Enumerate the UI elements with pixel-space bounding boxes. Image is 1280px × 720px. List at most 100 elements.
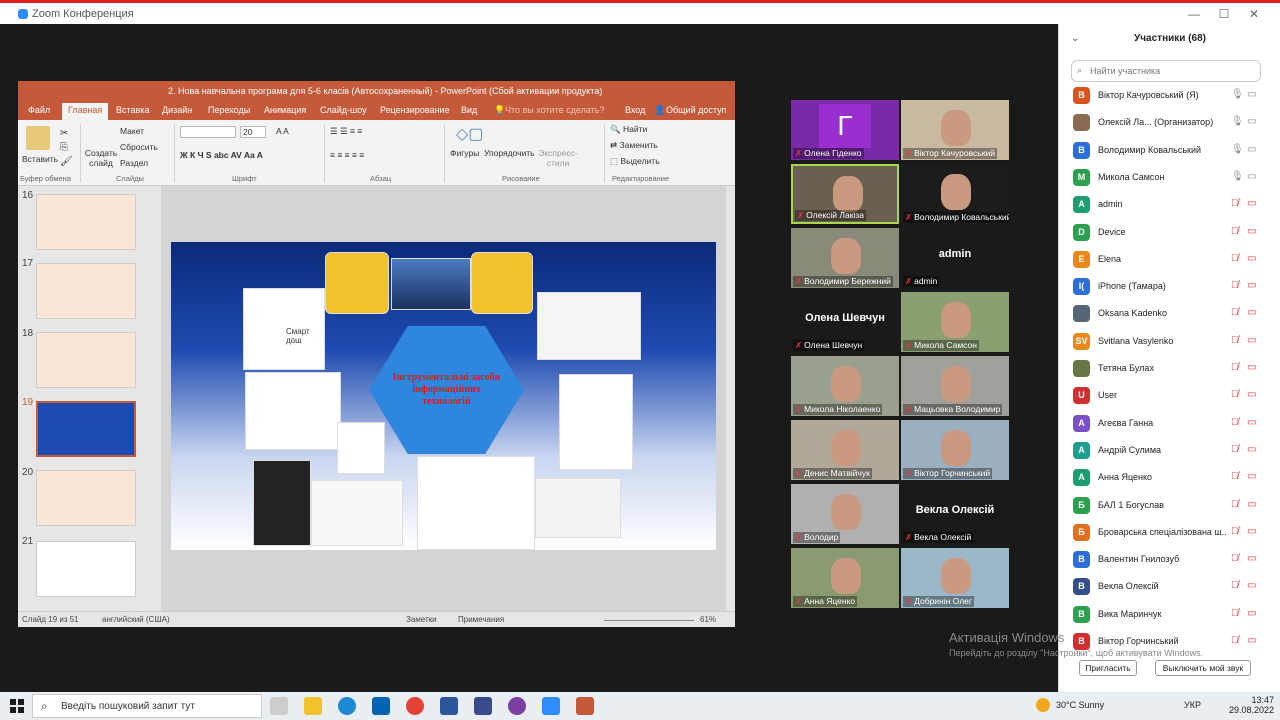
share-button[interactable]: Общий доступ [666, 105, 726, 115]
mic-muted-icon[interactable]: 🎙̸ [1231, 444, 1239, 455]
comments-button[interactable]: Примечания [458, 615, 504, 624]
mic-muted-icon[interactable]: 🎙̸ [1231, 198, 1239, 209]
participant-row[interactable]: I(iPhone (Тамара) 🎙̸ ▭ [1071, 275, 1261, 299]
section-button[interactable]: Раздел [120, 158, 148, 168]
tab-insert[interactable]: Вставка [116, 105, 149, 115]
video-off-icon[interactable]: ▭ [1247, 198, 1256, 209]
zoom-slider[interactable] [604, 620, 694, 621]
login-link[interactable]: Вход [625, 105, 645, 115]
participant-row[interactable]: Тетяна Булах 🎙̸ ▭ [1071, 357, 1261, 381]
zoom-taskbar-icon[interactable] [542, 697, 560, 715]
mic-icon[interactable]: 🎙 [1231, 89, 1244, 100]
video-tile[interactable]: Векла Олексій ✗ Векла Олексій [901, 484, 1009, 544]
participant-row[interactable]: В Вика Маринчук 🎙̸ ▭ [1071, 603, 1261, 627]
video-tile[interactable]: ✗ Володимир Ковальський [901, 164, 1009, 224]
video-tile[interactable]: ✗ Микола Ніколаенко [791, 356, 899, 416]
participant-row[interactable]: Oksana Kadenko 🎙̸ ▭ [1071, 302, 1261, 326]
mute-me-button[interactable]: Выключить мой звук [1155, 660, 1251, 676]
paste-button[interactable]: Вставить [22, 154, 58, 164]
mic-muted-icon[interactable]: 🎙̸ [1231, 553, 1239, 564]
language-status[interactable]: английский (США) [102, 615, 170, 624]
participant-row[interactable]: Б Броварська спеціалізована ш... 🎙̸ ▭ [1071, 521, 1261, 545]
mic-muted-icon[interactable]: 🎙̸ [1231, 471, 1239, 482]
weather-text[interactable]: 30°C Sunny [1056, 700, 1104, 710]
tab-review[interactable]: Рецензирование [380, 105, 450, 115]
video-off-icon[interactable]: ▭ [1247, 280, 1256, 291]
video-off-icon[interactable]: ▭ [1247, 307, 1256, 318]
participant-row[interactable]: Б БАЛ 1 Богуслав 🎙̸ ▭ [1071, 494, 1261, 518]
font-size-select[interactable]: 20 [240, 126, 266, 138]
slide-thumbnail[interactable] [36, 194, 136, 250]
video-tile[interactable]: ✗ Віктор Горчинський [901, 420, 1009, 480]
shapes-button[interactable]: Фигуры [450, 148, 479, 158]
mic-muted-icon[interactable]: 🎙̸ [1231, 253, 1239, 264]
participant-row[interactable]: В Володимир Ковальський 🎙 ▭ [1071, 139, 1261, 163]
powerpoint-icon[interactable] [576, 697, 594, 715]
video-off-icon[interactable]: ▭ [1247, 608, 1256, 619]
video-tile[interactable]: ✗ Віктор Качуровський [901, 100, 1009, 160]
tell-me-input[interactable]: Что вы хотите сделать? [505, 105, 605, 115]
viber-icon[interactable] [508, 697, 526, 715]
video-off-icon[interactable]: ▭ [1247, 226, 1256, 237]
video-tile[interactable]: ✗ Микола Самсон [901, 292, 1009, 352]
tab-home[interactable]: Главная [62, 103, 109, 120]
tab-file[interactable]: Файл [28, 105, 50, 115]
video-tile[interactable]: ✗ Денис Матвійчук [791, 420, 899, 480]
video-off-icon[interactable]: ▭ [1247, 526, 1256, 537]
align-icons[interactable]: ≡ ≡ ≡ ≡ ≡ [330, 150, 364, 160]
current-slide[interactable]: Смарт дош Інструментальні засоби інформа… [171, 242, 716, 550]
video-off-icon[interactable]: ▭ [1247, 335, 1256, 346]
reset-button[interactable]: Сбросить [120, 142, 158, 152]
font-format-buttons[interactable]: Ж К Ч S abc AV Aa A [180, 150, 263, 160]
layout-button[interactable]: Макет [120, 126, 144, 136]
select-button[interactable]: ⬚ Выделить [610, 156, 660, 167]
mic-muted-icon[interactable]: 🎙̸ [1231, 499, 1239, 510]
slide-thumbnail[interactable] [36, 263, 136, 319]
participant-row[interactable]: А Андрій Сулима 🎙̸ ▭ [1071, 439, 1261, 463]
video-off-icon[interactable]: ▭ [1247, 171, 1256, 182]
taskbar-search-input[interactable]: ⌕ Введіть пошуковий запит тут [32, 694, 262, 718]
mic-icon[interactable]: 🎙 [1231, 171, 1244, 182]
tab-animation[interactable]: Анимация [264, 105, 306, 115]
video-tile[interactable]: ✗ Анна Яценко [791, 548, 899, 608]
video-tile[interactable]: ✗ Олексій Лакіза [791, 164, 899, 224]
mic-muted-icon[interactable]: 🎙̸ [1231, 608, 1239, 619]
format-painter-icon[interactable]: 🖌 [60, 156, 73, 167]
participant-row[interactable]: А Анна Яценко 🎙̸ ▭ [1071, 466, 1261, 490]
mic-muted-icon[interactable]: 🎙̸ [1231, 417, 1239, 428]
participant-row[interactable]: В Віктор Качуровський (Я) 🎙 ▭ [1071, 84, 1261, 108]
quick-styles-button[interactable]: Экспресс-стили [538, 148, 578, 168]
mail-icon[interactable] [372, 697, 390, 715]
edge-icon[interactable] [338, 697, 356, 715]
video-tile[interactable]: admin ✗ admin [901, 228, 1009, 288]
file-explorer-icon[interactable] [304, 697, 322, 715]
video-off-icon[interactable]: ▭ [1247, 417, 1256, 428]
video-off-icon[interactable]: ▭ [1247, 362, 1256, 373]
list-icons[interactable]: ☰ ☰ ≡ ≡ [330, 126, 362, 137]
mic-muted-icon[interactable]: 🎙̸ [1231, 635, 1239, 646]
mic-muted-icon[interactable]: 🎙̸ [1231, 280, 1239, 291]
video-off-icon[interactable]: ▭ [1247, 444, 1256, 455]
slide-thumbnail[interactable] [36, 470, 136, 526]
copy-icon[interactable]: ⎘ [60, 142, 68, 153]
replace-button[interactable]: ⇄ Заменить [610, 140, 658, 151]
invite-button[interactable]: Пригласить [1079, 660, 1137, 676]
video-off-icon[interactable]: ▭ [1247, 389, 1256, 400]
font-grow-icon[interactable]: A A [276, 126, 289, 136]
windows-start-icon[interactable] [10, 699, 24, 713]
tab-transitions[interactable]: Переходы [208, 105, 250, 115]
find-button[interactable]: 🔍 Найти [610, 124, 647, 135]
word-icon[interactable] [440, 697, 458, 715]
participant-row[interactable]: SV Svitlana Vasylenko 🎙̸ ▭ [1071, 330, 1261, 354]
minimize-button[interactable]: — [1184, 7, 1204, 21]
participant-row[interactable]: Олексій Ла... (Организатор) 🎙 ▭ [1071, 111, 1261, 135]
app-icon[interactable] [474, 697, 492, 715]
video-off-icon[interactable]: ▭ [1247, 553, 1256, 564]
participant-row[interactable]: В Векла Олексій 🎙̸ ▭ [1071, 575, 1261, 599]
video-off-icon[interactable]: ▭ [1247, 253, 1256, 264]
mic-muted-icon[interactable]: 🎙̸ [1231, 226, 1239, 237]
new-slide-button[interactable]: Создать слайд [84, 148, 118, 168]
video-off-icon[interactable]: ▭ [1247, 635, 1256, 646]
task-view-icon[interactable] [270, 697, 288, 715]
maximize-button[interactable]: ☐ [1214, 7, 1234, 21]
